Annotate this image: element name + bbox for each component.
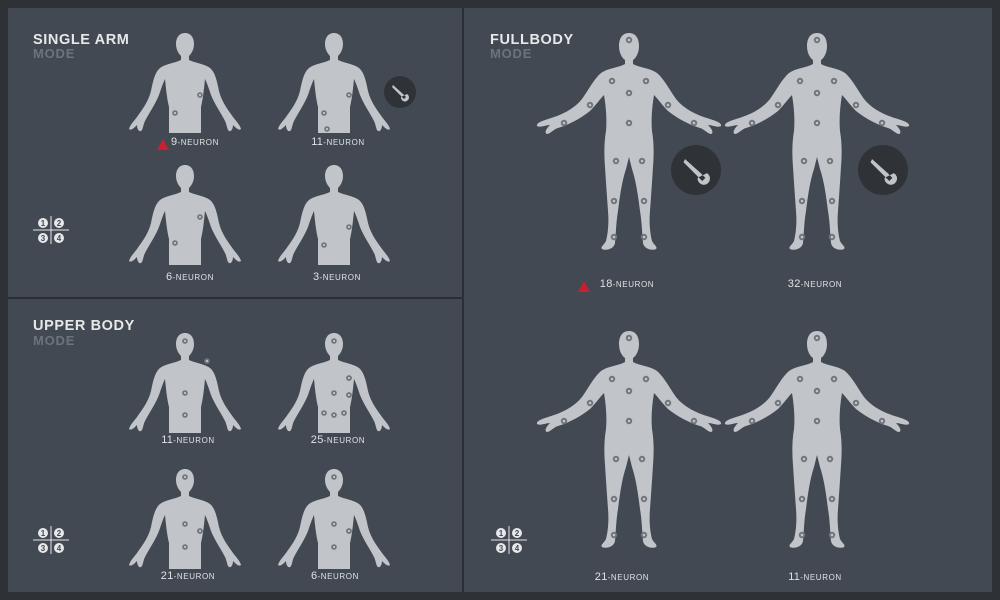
neuron-count: 32	[787, 278, 801, 290]
upper-body-subtitle: MODE	[33, 333, 76, 348]
svg-text:4: 4	[57, 544, 62, 553]
fullbody-figure-2[interactable]	[722, 33, 912, 253]
neuron-count: 21	[160, 570, 174, 582]
neuron-unit: -NEURON	[800, 573, 842, 582]
neuron-count: 21	[594, 571, 608, 583]
wrench-icon[interactable]	[671, 145, 721, 200]
wrench-icon[interactable]	[384, 76, 416, 113]
single-arm-caption-2: 11-NEURON	[293, 136, 383, 148]
upper-body-caption-4: 6-NEURON	[290, 570, 380, 582]
upper-body-caption-2: 25-NEURON	[293, 434, 383, 446]
fullbody-figure-1[interactable]	[534, 33, 724, 253]
single-arm-figure-4[interactable]	[274, 165, 394, 265]
neuron-unit: -NEURON	[172, 273, 214, 282]
svg-text:4: 4	[515, 544, 520, 553]
neuron-unit: -NEURON	[173, 436, 215, 445]
wrench-icon[interactable]	[858, 145, 908, 200]
neuron-unit: -NEURON	[607, 573, 650, 582]
neuron-unit: -NEURON	[612, 280, 655, 289]
quadrant-grid-icon[interactable]: 1 2 3 4	[31, 524, 71, 561]
neuron-unit: -NEURON	[173, 572, 216, 581]
svg-text:3: 3	[499, 544, 504, 553]
svg-text:1: 1	[499, 529, 504, 538]
neuron-count: 11	[788, 571, 801, 583]
svg-text:1: 1	[41, 529, 46, 538]
quadrant-grid-icon[interactable]: 1 2 3 4	[31, 214, 71, 251]
neuron-unit: -NEURON	[177, 138, 219, 147]
divider-horizontal	[8, 297, 462, 299]
divider-vertical	[462, 8, 464, 592]
neuron-unit: -NEURON	[800, 280, 843, 289]
single-arm-caption-4: 3-NEURON	[292, 271, 382, 283]
upper-body-figure-1[interactable]	[125, 333, 245, 433]
neuron-unit: -NEURON	[319, 273, 361, 282]
neuron-unit: -NEURON	[317, 572, 359, 581]
upper-body-title: UPPER BODY	[33, 318, 135, 334]
svg-text:3: 3	[41, 234, 46, 243]
quadrant-grid-icon[interactable]: 1 2 3 4	[489, 524, 529, 561]
fullbody-subtitle: MODE	[490, 46, 533, 61]
warning-triangle-icon	[578, 279, 590, 297]
upper-body-figure-4[interactable]	[274, 469, 394, 569]
fullbody-caption-3: 21-NEURON	[577, 571, 667, 583]
fullbody-caption-2: 32-NEURON	[770, 278, 860, 290]
svg-text:3: 3	[41, 544, 46, 553]
fullbody-caption-1: 18-NEURON	[582, 278, 672, 290]
neuron-count: 18	[599, 278, 613, 290]
warning-triangle-icon	[157, 137, 169, 155]
single-arm-caption-3: 6-NEURON	[145, 271, 235, 283]
upper-body-figure-2[interactable]	[274, 333, 394, 433]
neuron-unit: -NEURON	[323, 138, 365, 147]
svg-text:2: 2	[515, 529, 520, 538]
single-arm-figure-2[interactable]	[274, 33, 394, 133]
neuron-count: 11	[161, 434, 174, 446]
fullbody-figure-3[interactable]	[534, 331, 724, 551]
neuron-unit: -NEURON	[323, 436, 366, 445]
svg-text:2: 2	[57, 219, 62, 228]
single-arm-figure-1[interactable]	[125, 33, 245, 133]
svg-text:2: 2	[57, 529, 62, 538]
upper-body-caption-3: 21-NEURON	[143, 570, 233, 582]
upper-body-caption-1: 11-NEURON	[143, 434, 233, 446]
single-arm-figure-3[interactable]	[125, 165, 245, 265]
neuron-count: 25	[310, 434, 324, 446]
upper-body-figure-3[interactable]	[125, 469, 245, 569]
neuron-count: 11	[311, 136, 324, 148]
fullbody-caption-4: 11-NEURON	[770, 571, 860, 583]
single-arm-subtitle: MODE	[33, 46, 76, 61]
fullbody-figure-4[interactable]	[722, 331, 912, 551]
svg-text:4: 4	[57, 234, 62, 243]
svg-text:1: 1	[41, 219, 46, 228]
